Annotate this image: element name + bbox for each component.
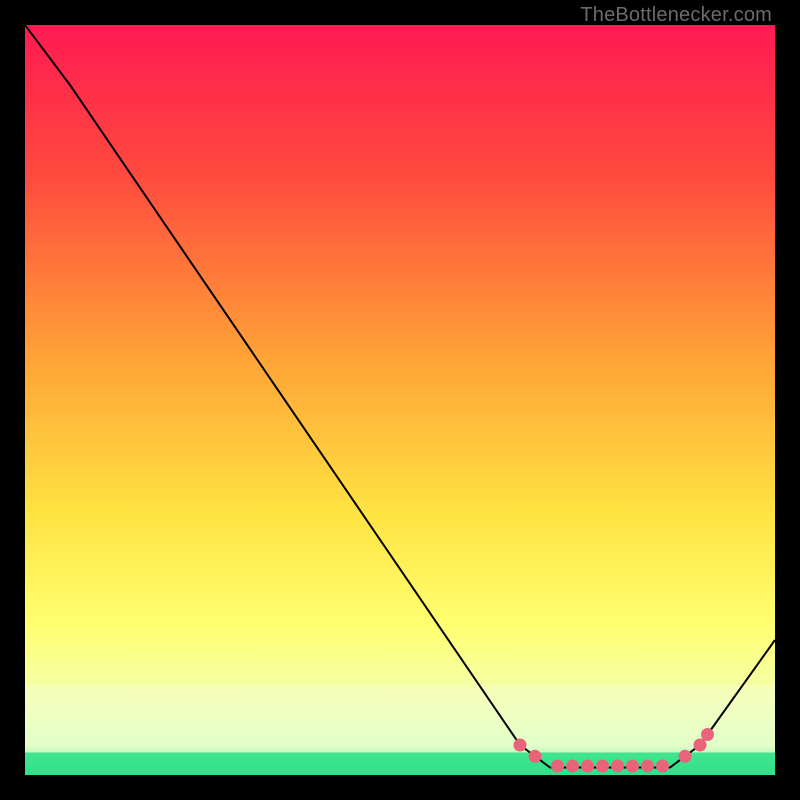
curve-marker (566, 760, 579, 773)
curve-marker (656, 760, 669, 773)
curve-marker (611, 760, 624, 773)
curve-marker (551, 760, 564, 773)
bottleneck-curve (25, 25, 775, 768)
curve-marker (514, 739, 527, 752)
curve-marker (694, 739, 707, 752)
curve-marker (701, 728, 714, 741)
curve-marker (581, 760, 594, 773)
watermark-text: TheBottlenecker.com (580, 4, 772, 27)
curve-marker (626, 760, 639, 773)
chart-frame: TheBottlenecker.com (0, 0, 800, 800)
curve-marker (679, 750, 692, 763)
curve-marker (596, 760, 609, 773)
curve-marker (529, 750, 542, 763)
curve-marker (641, 760, 654, 773)
chart-overlay (25, 25, 775, 775)
plot-area (25, 25, 775, 775)
